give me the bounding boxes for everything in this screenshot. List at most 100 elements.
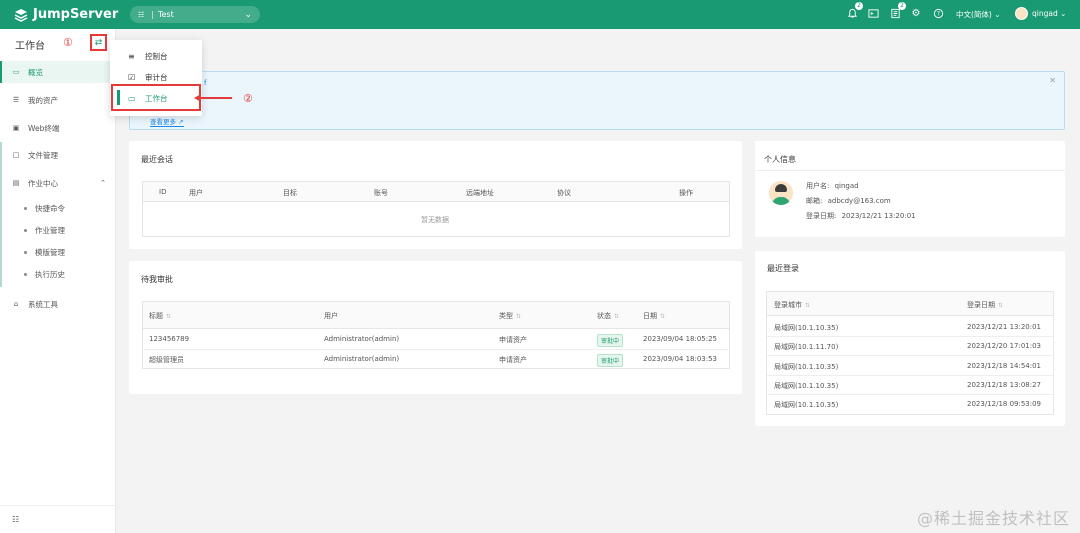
language-selector[interactable]: 中文(简体) ⌄: [956, 9, 1001, 20]
card-title: 个人信息: [764, 155, 796, 164]
sidebar-item-my-assets[interactable]: ☰ 我的资产: [0, 89, 116, 111]
approval-title-link[interactable]: 超级管理员: [149, 355, 184, 365]
user-menu[interactable]: qingad ⌄: [1015, 7, 1066, 20]
approval-type: 申请资产: [499, 336, 527, 344]
monitor-icon: ▭: [12, 68, 20, 76]
menu-item-console[interactable]: ≡ 控制台: [110, 46, 202, 66]
approval-table: 标题 ⇅ 用户 类型 ⇅ 状态 ⇅ 日期 ⇅ 123456789 Administrat…: [142, 301, 730, 369]
pending-approval-card: 待我审批 标题 ⇅ 用户 类型 ⇅ 状态 ⇅ 日期 ⇅ 123456789 Admini…: [129, 261, 742, 394]
sessions-table: ID 用户 目标 账号 远端地址 协议 操作 暂无数据: [142, 181, 730, 237]
column-header: 目标: [283, 189, 297, 197]
org-icon: ☷: [138, 10, 145, 19]
login-date: 2023/12/18 09:53:09: [967, 400, 1042, 408]
banner-more-label: 查看更多: [150, 118, 176, 126]
avatar-body: [772, 197, 790, 205]
approval-date: 2023/09/04 18:03:53: [643, 355, 718, 363]
terminal-icon[interactable]: [867, 8, 879, 20]
active-indicator: [117, 90, 120, 105]
server-icon: ☰: [12, 96, 20, 104]
sidebar-item-system-tools[interactable]: ⌂ 系统工具: [0, 293, 116, 315]
sort-icon: ⇅: [166, 313, 172, 320]
column-header-type[interactable]: 类型 ⇅: [499, 311, 521, 321]
login-date: 2023/12/20 17:01:03: [967, 342, 1042, 350]
annotation-two: ②: [243, 92, 253, 105]
sidebar-subitem-execution-history[interactable]: 执行历史: [0, 263, 116, 285]
settings-sliders-icon: ≡: [128, 51, 135, 61]
login-city: 局域网(10.1.10.35): [774, 324, 839, 332]
sidebar-subitem-template-management[interactable]: 模版管理: [0, 241, 116, 263]
sidebar: 工作台 ① ⇄ ▭ 概览 ☰ 我的资产 ▣ Web终端 □ 文件管理 ▤ 作业中…: [0, 29, 116, 533]
ticket-icon[interactable]: 2: [889, 2, 906, 20]
chevron-down-icon: ⌄: [994, 10, 1001, 19]
sidebar-item-label: 概览: [28, 67, 43, 77]
terminal-icon: ▣: [12, 124, 20, 132]
username-label: 用户名:: [806, 182, 830, 190]
sort-icon: ⇅: [614, 313, 620, 320]
help-icon[interactable]: ?: [932, 8, 944, 20]
menu-item-label: 控制台: [145, 51, 168, 61]
column-header-date[interactable]: 日期 ⇅: [643, 311, 665, 321]
username-value: qingad: [834, 182, 859, 190]
avatar-hair: [775, 184, 787, 192]
ticket-badge: 2: [898, 2, 906, 10]
sidebar-subitem-quick-command[interactable]: 快捷命令: [0, 197, 116, 219]
sidebar-divider: [0, 505, 116, 506]
sidebar-subitem-label: 执行历史: [35, 269, 65, 279]
sidebar-item-overview[interactable]: ▭ 概览: [0, 61, 116, 83]
view-switch-button[interactable]: ⇄: [90, 34, 107, 51]
brand-name: JumpServer: [33, 7, 119, 22]
audit-check-icon: ☑: [128, 72, 136, 82]
svg-text:?: ?: [936, 11, 939, 18]
approval-type: 申请资产: [499, 356, 527, 364]
row-divider: [767, 394, 1053, 395]
sidebar-subitem-label: 作业管理: [35, 225, 65, 235]
approval-user: Administrator(admin): [324, 355, 400, 363]
annotation-highlight-box: [111, 84, 201, 111]
row-divider: [767, 336, 1053, 337]
column-header-label: 标题: [149, 312, 163, 320]
login-city: 局域网(10.1.10.35): [774, 363, 839, 371]
email-value: adbcdy@163.com: [827, 197, 891, 205]
column-header-label: 登录城市: [774, 301, 802, 309]
login-date: 2023/12/18 14:54:01: [967, 362, 1042, 370]
brand-logo[interactable]: JumpServer: [14, 7, 118, 22]
column-header-title[interactable]: 标题 ⇅: [149, 311, 171, 321]
status-badge-label: 审批中: [597, 354, 624, 367]
login-date-value: 2023/12/21 13:20:01: [841, 212, 916, 220]
sidebar-subitem-job-management[interactable]: 作业管理: [0, 219, 116, 241]
org-selector[interactable]: ☷ | Test ⌄: [130, 6, 260, 23]
menu-item-label: 审计台: [145, 72, 168, 82]
avatar: [769, 181, 793, 205]
username-row: 用户名: qingad: [806, 181, 859, 191]
switch-arrows-icon: ⇄: [94, 37, 103, 48]
column-header: 操作: [679, 189, 693, 197]
bullet-icon: [24, 250, 27, 254]
login-city: 局域网(10.1.10.35): [774, 401, 839, 409]
collapse-sidebar-icon[interactable]: ☷: [12, 515, 19, 524]
column-header-status[interactable]: 状态 ⇅: [597, 311, 619, 321]
column-header-date[interactable]: 登录日期 ⇅: [967, 300, 1003, 310]
row-divider: [767, 375, 1053, 376]
sidebar-item-file-manager[interactable]: □ 文件管理: [0, 144, 116, 166]
card-title: 待我审批: [141, 275, 173, 284]
close-icon[interactable]: ✕: [1049, 76, 1056, 85]
sidebar-item-job-center[interactable]: ▤ 作业中心 ⌃: [0, 172, 116, 194]
job-icon: ▤: [12, 179, 20, 187]
approval-title-link[interactable]: 123456789: [149, 335, 189, 343]
username-label: qingad: [1032, 9, 1058, 18]
email-label: 邮箱:: [806, 197, 823, 205]
column-header-city[interactable]: 登录城市 ⇅: [774, 300, 810, 310]
sidebar-item-web-terminal[interactable]: ▣ Web终端: [0, 117, 116, 139]
gear-icon[interactable]: ⚙: [910, 8, 922, 20]
logins-table: 登录城市 ⇅ 登录日期 ⇅ 局域网(10.1.10.35) 2023/12/21 1…: [766, 291, 1054, 415]
sort-icon: ⇅: [660, 313, 666, 320]
sidebar-title: 工作台: [15, 41, 45, 52]
column-header-label: 登录日期: [967, 301, 995, 309]
notification-badge: 2: [855, 2, 863, 10]
bell-icon[interactable]: 2: [846, 2, 863, 20]
chevron-down-icon: ⌄: [244, 9, 252, 20]
banner-more-link[interactable]: 查看更多 ↗: [150, 116, 184, 127]
avatar: [1015, 7, 1028, 20]
row-divider: [143, 349, 729, 350]
login-date: 2023/12/21 13:20:01: [967, 323, 1042, 331]
